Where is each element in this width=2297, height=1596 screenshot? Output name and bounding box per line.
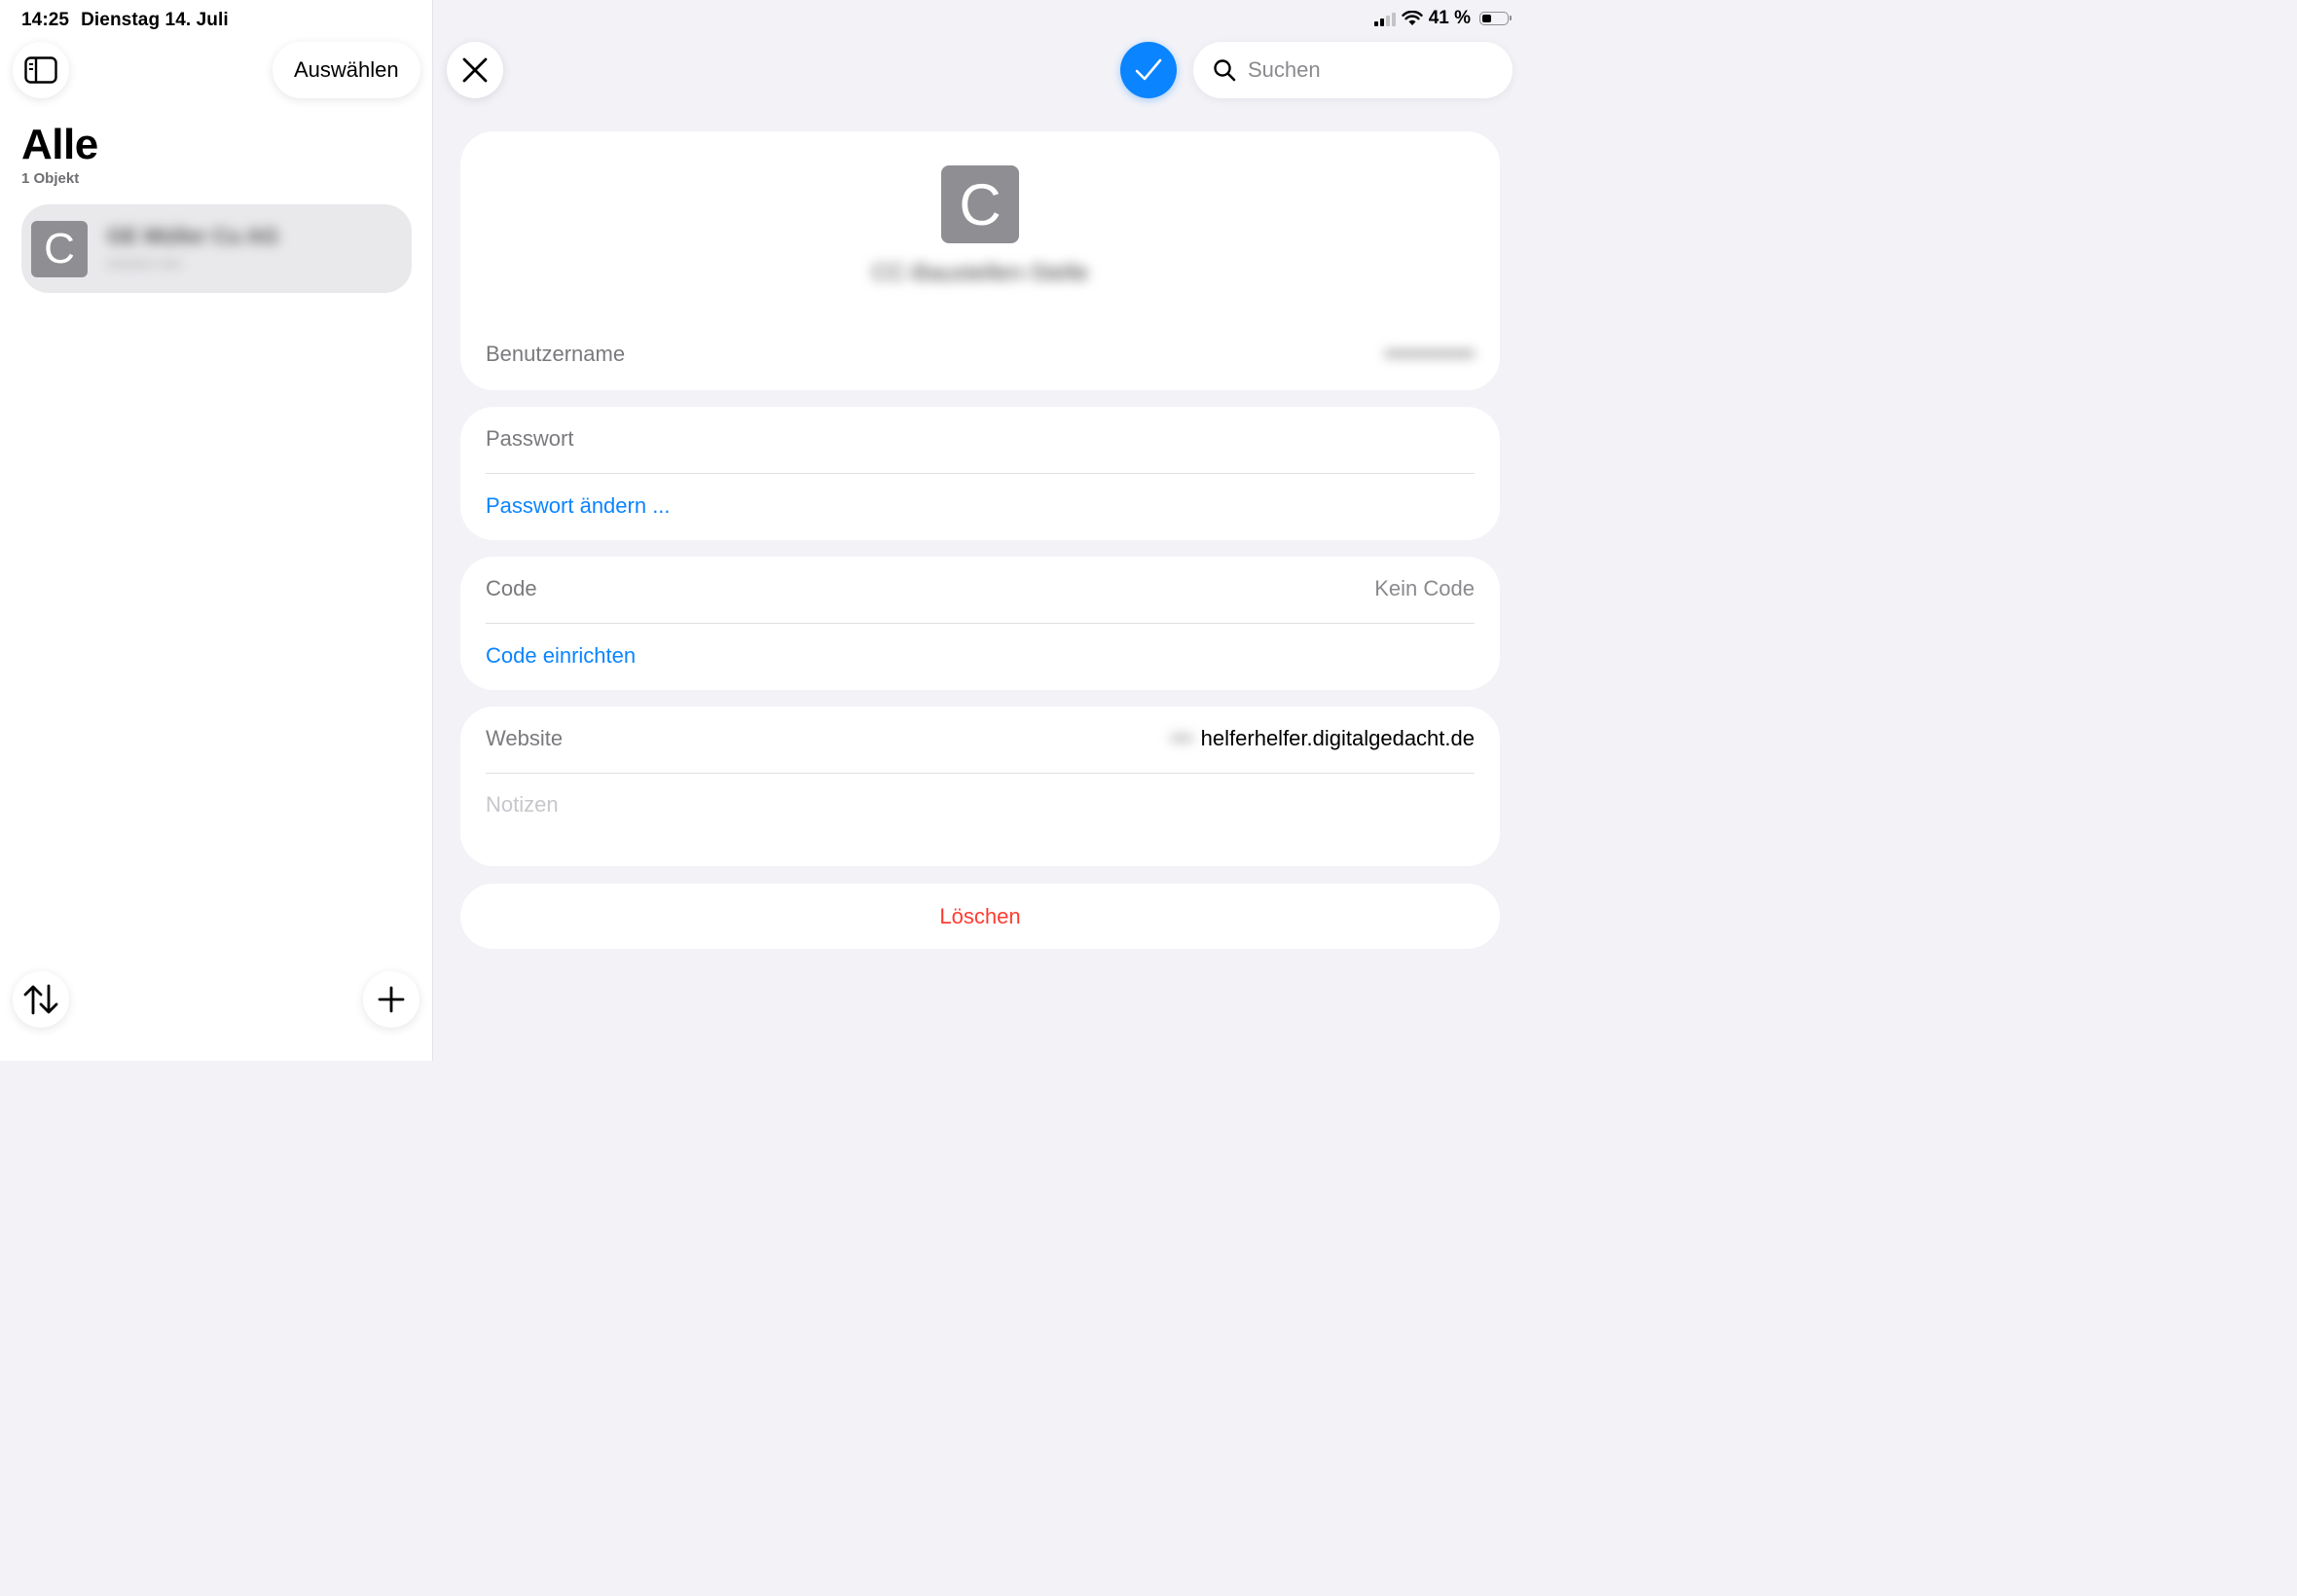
website-value-group: ••• helferhelfer.digitalgedacht.de [1171,726,1475,751]
password-label: Passwort [486,426,574,451]
password-row[interactable]: Passwort [486,426,1475,452]
select-button[interactable]: Auswählen [273,42,420,98]
done-button[interactable] [1120,42,1177,98]
toggle-sidebar-button[interactable] [13,42,69,98]
entry-title-field[interactable]: CC-Baustellen-Stelle [820,260,1140,289]
page-title: Alle [21,121,98,168]
sort-button[interactable] [13,971,69,1028]
username-row[interactable]: Benutzername •••••••••••• [486,342,1475,367]
code-label: Code [486,576,537,600]
divider [486,623,1475,624]
code-card: Code Kein Code Code einrichten [460,557,1500,690]
sidebar-icon [24,56,57,84]
battery-level-fill [1482,15,1491,22]
entry-subtitle: •••••••• •••• [107,254,182,273]
plus-icon [378,986,405,1013]
entry-text: GE Müller Cu AG •••••••• •••• [107,224,278,274]
divider [486,773,1475,774]
search-input[interactable] [1246,56,1483,84]
sidebar: Auswählen Alle 1 Objekt C GE Müller Cu A… [0,0,433,1061]
website-prefix: ••• [1170,726,1193,750]
wifi-icon [1401,11,1423,25]
username-label: Benutzername [486,342,626,366]
entry-header-card: C CC-Baustellen-Stelle Benutzername ••••… [460,131,1500,390]
setup-code-row[interactable]: Code einrichten [486,643,1475,669]
delete-button[interactable]: Löschen [460,884,1500,949]
battery-percent: 41 % [1428,8,1471,28]
close-icon [462,57,488,83]
change-password-link[interactable]: Passwort ändern ... [486,493,671,519]
code-row[interactable]: Code Kein Code [486,576,1475,601]
status-bar-clock: 14:25 Dienstag 14. Juli [21,10,229,31]
change-password-row[interactable]: Passwort ändern ... [486,493,1475,519]
battery-icon [1479,12,1512,25]
cellular-signal-icon [1373,11,1396,26]
website-notes-card: Website ••• helferhelfer.digitalgedacht.… [460,707,1500,866]
status-time: 14:25 [21,10,70,30]
notes-field[interactable] [486,792,1475,860]
code-value: Kein Code [1374,576,1475,600]
entry-letter-icon: C [31,220,88,277]
website-value[interactable]: helferhelfer.digitalgedacht.de [1201,726,1475,751]
status-date: Dienstag 14. Juli [81,10,229,30]
username-value[interactable]: •••••••••••• [1385,342,1475,367]
checkmark-icon [1135,58,1162,81]
sort-arrows-icon [23,984,58,1015]
list-item[interactable]: C GE Müller Cu AG •••••••• •••• [21,204,412,293]
website-label: Website [486,726,564,750]
setup-code-link[interactable]: Code einrichten [486,643,636,669]
password-card: Passwort Passwort ändern ... [460,407,1500,540]
close-button[interactable] [447,42,503,98]
entry-title: GE Müller Cu AG [107,223,279,248]
divider [486,473,1475,474]
website-row[interactable]: Website ••• helferhelfer.digitalgedacht.… [486,726,1475,751]
status-bar-indicators: 41 % [1373,8,1512,29]
item-count: 1 Objekt [21,170,80,187]
search-field[interactable] [1193,42,1513,98]
search-icon [1214,59,1236,82]
add-button[interactable] [363,971,419,1028]
entry-letter-icon-large: C [941,165,1019,243]
